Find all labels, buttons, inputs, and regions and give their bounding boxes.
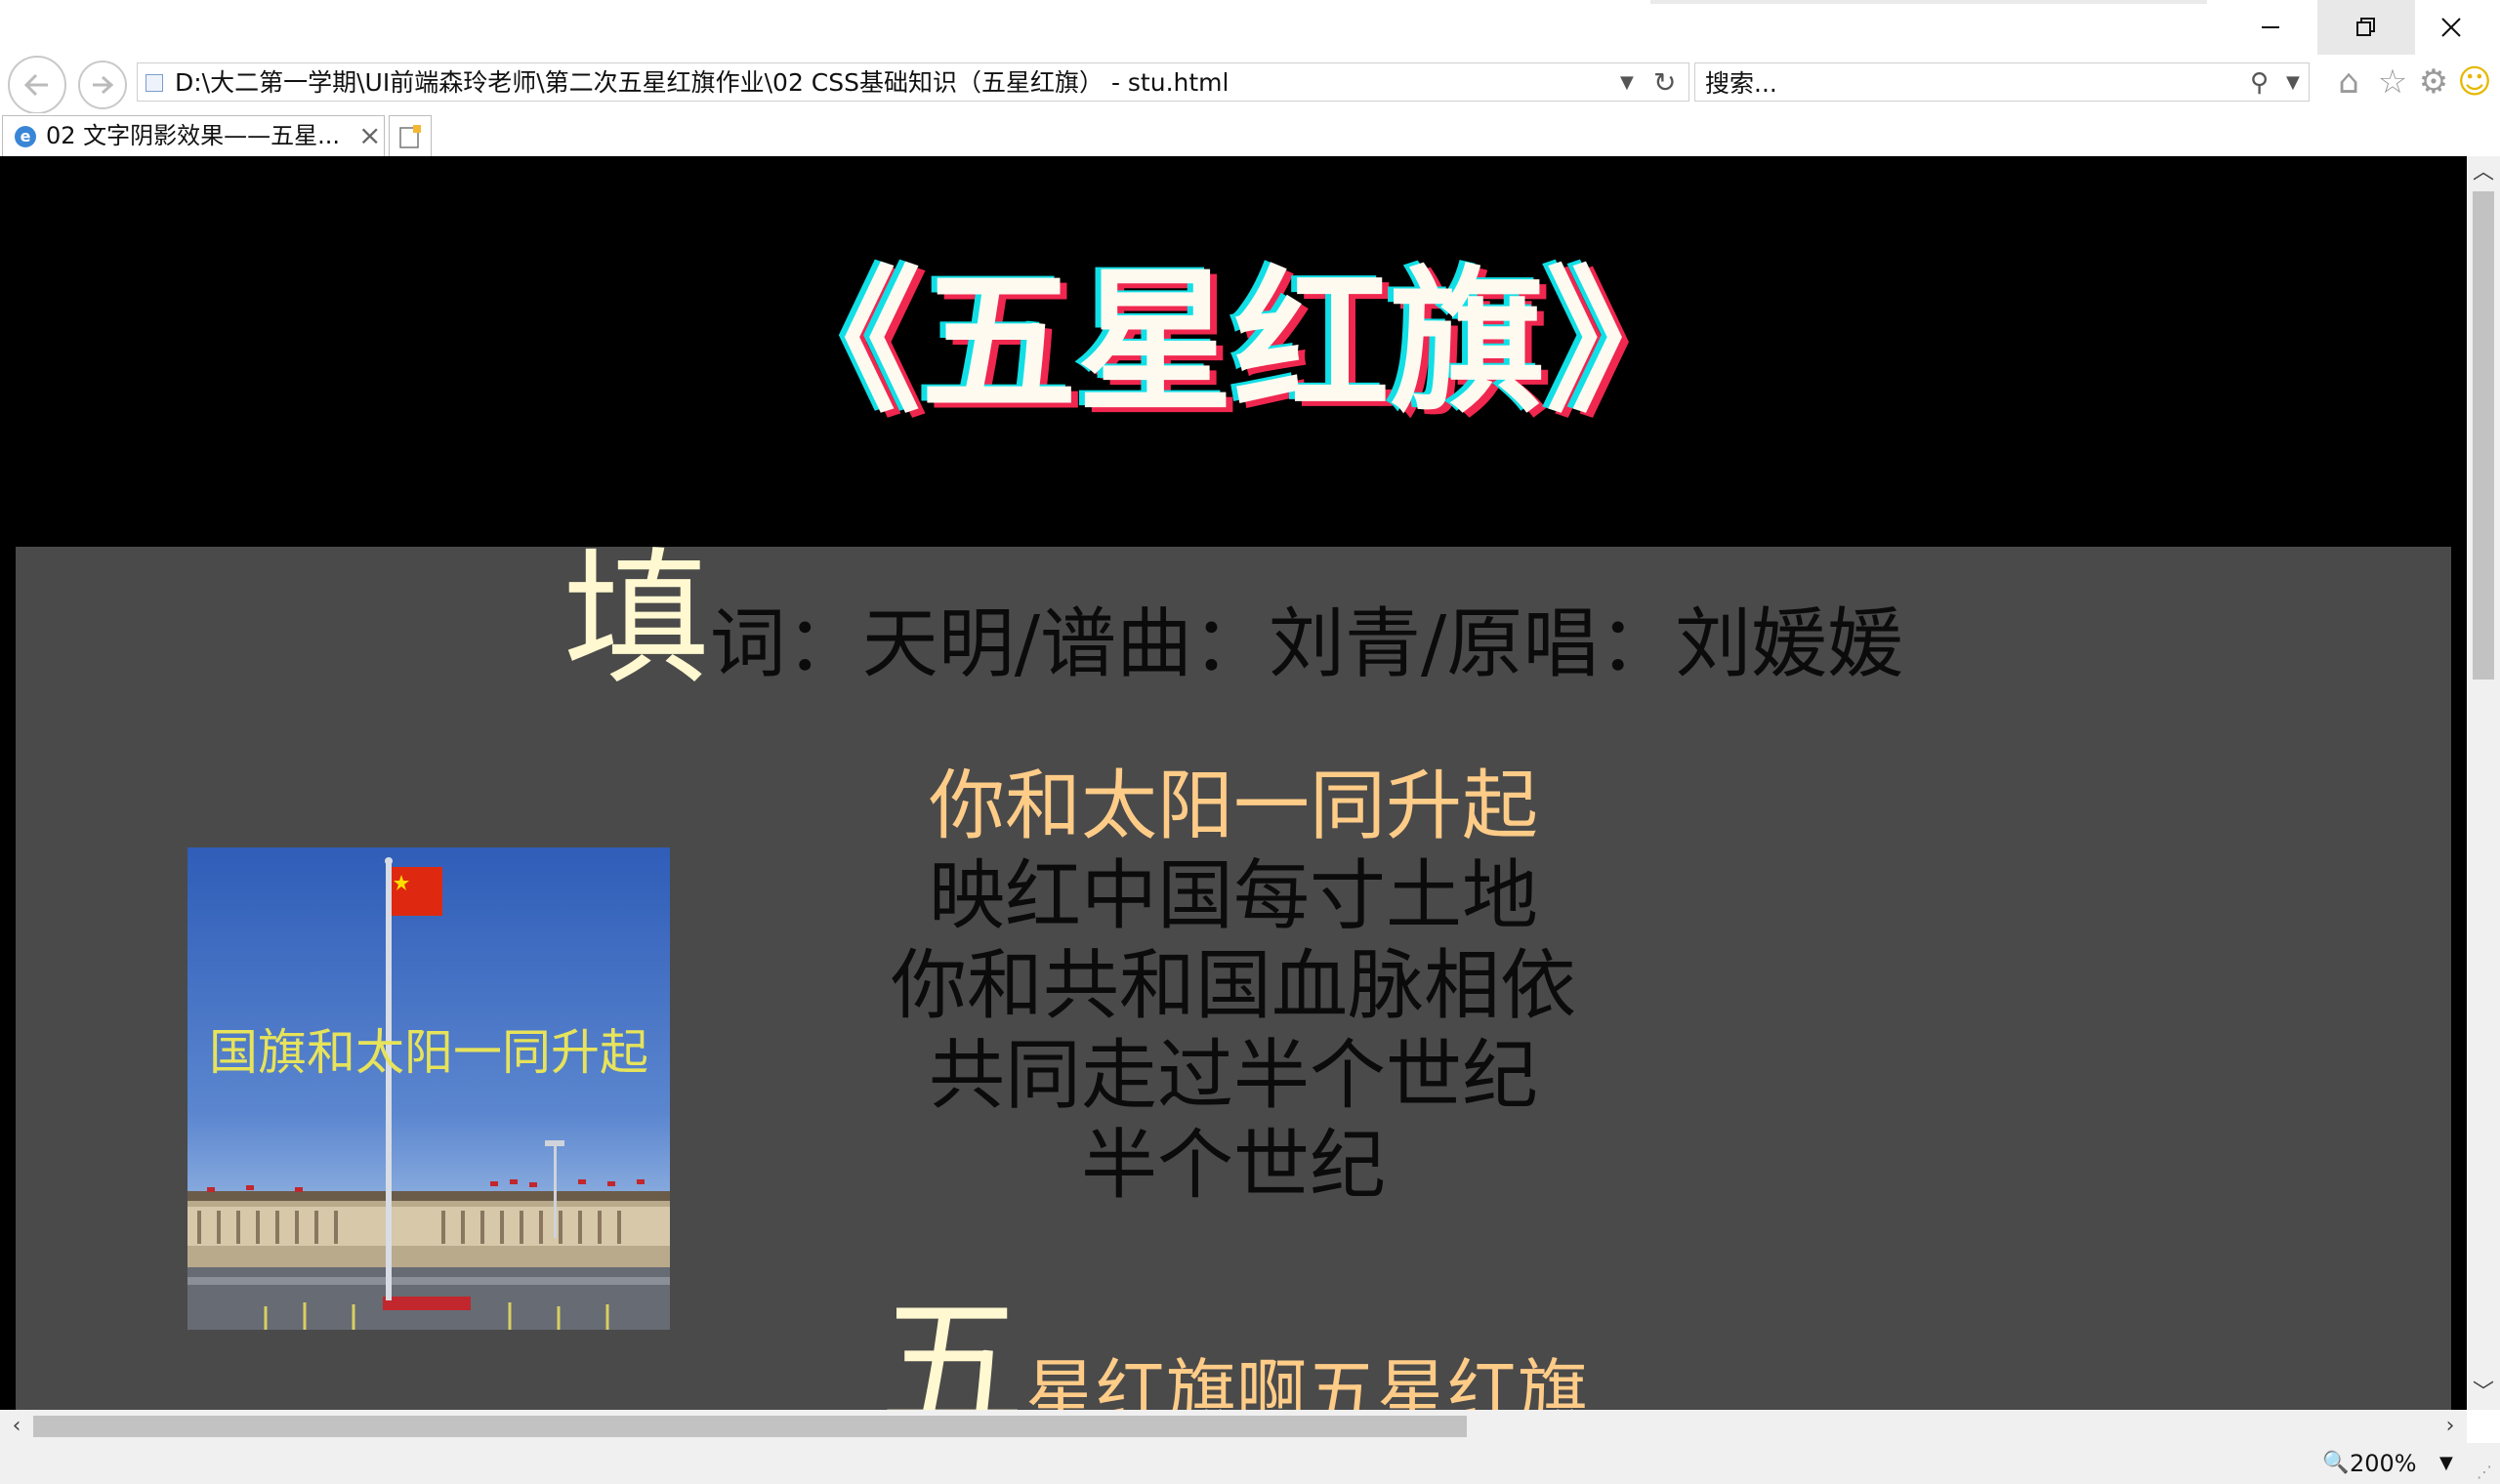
refresh-icon[interactable]: ↻: [1653, 63, 1676, 103]
restore-icon: [2356, 18, 2375, 36]
gear-icon[interactable]: ⚙: [2414, 62, 2453, 102]
scroll-down-arrow-icon[interactable]: ﹀: [2467, 1377, 2500, 1410]
horizontal-scroll-thumb[interactable]: [33, 1416, 1467, 1437]
address-text[interactable]: D:\大二第一学期\UI前端森玲老师\第二次五星红旗作业\02 CSS基础知识（…: [175, 63, 1229, 103]
close-window-button[interactable]: [2402, 0, 2500, 55]
credits-first-char: 填: [562, 535, 710, 705]
tab-active[interactable]: e 02 文字阴影效果——五星... ×: [2, 115, 385, 156]
restore-button[interactable]: [2317, 0, 2415, 55]
new-tab-icon: [399, 124, 421, 148]
zoom-icon[interactable]: 🔍: [2322, 1443, 2349, 1484]
new-tab-button[interactable]: [389, 115, 432, 156]
back-button[interactable]: [8, 56, 66, 114]
verse-line: 共同走过半个世纪: [928, 1032, 1538, 1120]
song-credits: 填词：天明/谱曲：刘青/原唱：刘媛媛: [16, 547, 2451, 718]
scroll-left-arrow-icon[interactable]: ‹: [0, 1410, 33, 1443]
vertical-scroll-thumb[interactable]: [2473, 191, 2494, 680]
scroll-right-arrow-icon[interactable]: ›: [2434, 1410, 2467, 1443]
tab-close-icon[interactable]: ×: [358, 116, 381, 155]
window-titlebar: [0, 0, 2500, 55]
navigation-bar: D:\大二第一学期\UI前端森玲老师\第二次五星红旗作业\02 CSS基础知识（…: [0, 55, 2500, 114]
address-dropdown-icon[interactable]: ▼: [1620, 63, 1634, 103]
page-icon: [146, 74, 163, 92]
titlebar-strip: [1650, 0, 2207, 4]
address-bar[interactable]: D:\大二第一学期\UI前端森玲老师\第二次五星红旗作业\02 CSS基础知识（…: [137, 62, 1689, 102]
verse-line: 你和共和国血脉相依: [890, 942, 1576, 1030]
song-verse: 你和太阳一同升起 映红中国每寸土地 你和共和国血脉相依 共同走过半个世纪 半个世…: [16, 762, 2451, 1211]
horizontal-scrollbar[interactable]: ‹ ›: [0, 1410, 2467, 1443]
close-icon: [2441, 18, 2461, 37]
zoom-dropdown-icon[interactable]: ▼: [2439, 1443, 2453, 1484]
lyrics-panel: 填词：天明/谱曲：刘青/原唱：刘媛媛 国旗和太阳一同升起 你和太阳一同升起 映红…: [16, 547, 2451, 1410]
chorus-first-char: 五: [878, 1282, 1025, 1410]
forward-arrow-icon: [93, 75, 114, 95]
search-box[interactable]: ⚲ ▼: [1694, 62, 2310, 103]
vertical-scrollbar[interactable]: ︿ ﹀: [2467, 156, 2500, 1410]
smiley-icon[interactable]: ☺: [2455, 62, 2494, 102]
chorus-text: 星红旗啊五星红旗: [1025, 1351, 1589, 1410]
page-viewport: 《五星红旗》 填词：天明/谱曲：刘青/原唱：刘媛媛 国旗和太阳一同升起 你和太阳…: [0, 156, 2467, 1410]
search-dropdown-icon[interactable]: ▼: [2286, 63, 2300, 103]
credits-text: 词：天明/谱曲：刘青/原唱：刘媛媛: [709, 600, 1904, 688]
verse-line: 你和太阳一同升起: [928, 763, 1538, 850]
resize-grip-icon[interactable]: ⋰: [2477, 1463, 2496, 1482]
search-input[interactable]: [1703, 63, 2215, 103]
forward-button[interactable]: [78, 61, 127, 109]
status-bar: 🔍 200% ▼ ⋰: [0, 1443, 2500, 1484]
verse-line: 映红中国每寸土地: [928, 852, 1538, 940]
ie-icon: e: [15, 126, 36, 147]
song-chorus: 五星红旗啊五星红旗: [16, 1294, 2451, 1410]
tab-title: 02 文字阴影效果——五星...: [46, 122, 341, 149]
search-icon[interactable]: ⚲: [2250, 63, 2269, 103]
tab-strip: e 02 文字阴影效果——五星... ×: [0, 113, 2500, 156]
verse-line: 半个世纪: [1080, 1122, 1386, 1210]
scroll-up-arrow-icon[interactable]: ︿: [2467, 156, 2500, 189]
zoom-level[interactable]: 200%: [2350, 1443, 2417, 1484]
minimize-icon: [2262, 26, 2279, 28]
page-title: 《五星红旗》: [764, 250, 1702, 433]
favorites-star-icon[interactable]: ☆: [2373, 62, 2412, 102]
minimize-button[interactable]: [2222, 0, 2319, 55]
back-arrow-icon: [23, 73, 48, 97]
home-icon[interactable]: ⌂: [2329, 62, 2368, 102]
